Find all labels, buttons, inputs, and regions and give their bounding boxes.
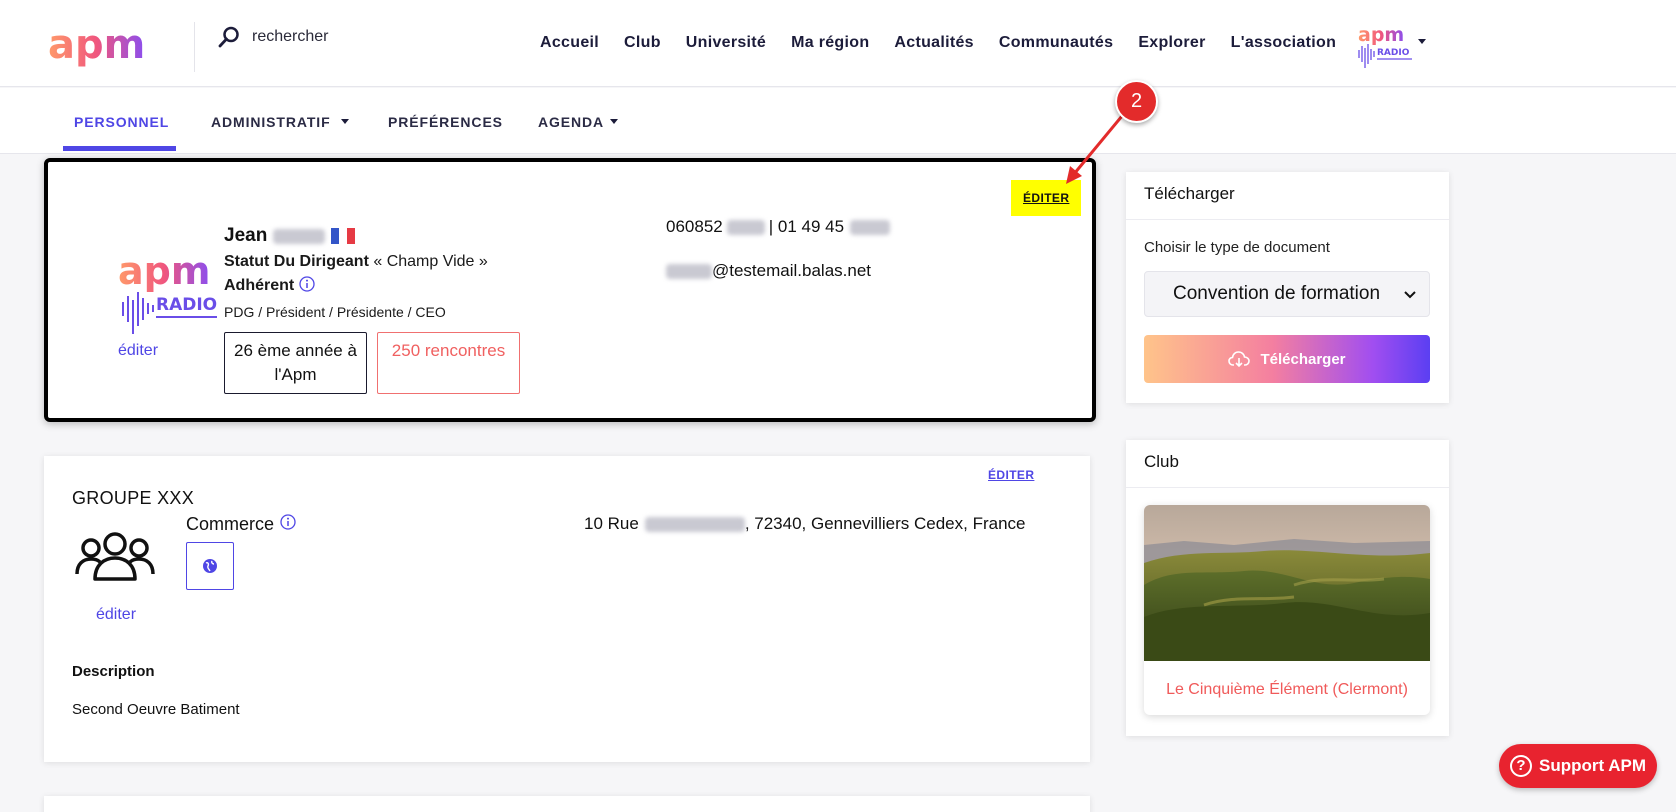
info-icon[interactable] [299,276,315,297]
download-title: Télécharger [1144,184,1235,203]
membership-label: Adhérent [224,277,295,294]
tab-personnel[interactable]: PERSONNEL [74,114,169,130]
document-type-value: Convention de formation [1173,283,1381,304]
website-button[interactable] [186,542,234,590]
club-landscape-image [1144,505,1430,661]
apm-logo[interactable]: apm [48,22,164,70]
roles-text: PDG / Président / Présidente / CEO [224,304,446,320]
document-type-select[interactable]: Convention de formation [1144,271,1430,317]
group-address: 10 Rue , 72340, Gennevilliers Cedex, Fra… [584,514,1025,534]
apm-radio-logo-small: apm RADIO [1358,24,1412,68]
info-icon[interactable] [280,514,296,535]
chevron-down-icon [341,119,350,124]
top-navbar: apm rechercher Accueil Club Université M… [0,0,1676,87]
chevron-down-icon [1404,291,1416,299]
meetings-badge[interactable]: 250 rencontres [377,332,520,394]
phone-line: 060852 | 01 49 45 [666,217,891,237]
club-tile[interactable]: Le Cinquième Élément (Clermont) [1144,505,1430,715]
redacted-phone [726,219,765,235]
chevron-down-icon [1418,39,1426,44]
radio-account-menu[interactable]: apm RADIO [1356,24,1426,70]
support-button[interactable]: ? Support APM [1499,744,1657,788]
search-box[interactable]: rechercher [218,26,328,48]
nav-actualites[interactable]: Actualités [894,34,973,52]
nav-explorer[interactable]: Explorer [1138,34,1205,52]
cloud-download-icon [1228,351,1251,368]
nav-club[interactable]: Club [624,34,661,52]
redacted-last-name [273,228,326,244]
tab-agenda-label: AGENDA [538,114,604,130]
svg-text:apm: apm [118,250,210,293]
status-line: Statut Du Dirigeant « Champ Vide » [224,253,488,271]
globe-icon [203,559,217,573]
group-name: GROUPE XXX [72,488,195,508]
membership-line: Adhérent [224,276,315,297]
nav-association[interactable]: L'association [1231,34,1337,52]
svg-text:apm: apm [48,22,145,68]
next-card [44,796,1090,812]
club-name-link[interactable]: Le Cinquième Élément (Clermont) [1144,681,1430,699]
help-icon: ? [1509,755,1532,777]
redacted-phone [850,219,891,235]
tab-agenda[interactable]: AGENDA [538,114,619,130]
divider [1126,219,1449,220]
club-title: Club [1144,452,1179,471]
tab-preferences[interactable]: PRÉFÉRENCES [388,114,503,130]
address-start: 10 Rue [584,514,639,533]
redacted-street [644,516,745,532]
avatar-edit-link[interactable]: éditer [118,342,158,360]
description-label: Description [72,663,155,680]
group-sector: Commerce [186,514,296,535]
group-card: ÉDITER GROUPE XXX éditer Commerce 10 Rue… [44,456,1090,762]
profile-name: Jean [224,225,356,247]
france-flag-icon [331,228,356,244]
first-name: Jean [224,225,268,246]
phone-prefix: 060852 [666,217,723,236]
tab-administratif[interactable]: ADMINISTRATIF [211,114,350,130]
address-end: , 72340, Gennevilliers Cedex, France [744,514,1026,533]
search-icon[interactable] [218,26,240,48]
download-card: Télécharger Choisir le type de document … [1126,172,1449,403]
chevron-down-icon [610,119,619,124]
nav-universite[interactable]: Université [686,34,766,52]
people-group-icon[interactable] [74,532,156,582]
status-value: « Champ Vide » [373,253,488,270]
svg-text:RADIO: RADIO [1377,48,1410,58]
description-text: Second Oeuvre Batiment [72,701,240,718]
sector-label: Commerce [186,514,275,534]
nav-ma-region[interactable]: Ma région [791,34,869,52]
document-type-label: Choisir le type de document [1144,239,1330,256]
download-button[interactable]: Télécharger [1144,335,1430,383]
main-nav: Accueil Club Université Ma région Actual… [540,34,1336,52]
divider [1126,487,1449,488]
search-input[interactable]: rechercher [252,28,328,46]
apm-radio-avatar[interactable]: apm RADIO [118,250,218,336]
club-card: Club Le Cinquième Élément (Clermont) [1126,440,1449,736]
status-label: Statut Du Dirigeant [224,253,369,270]
email-domain: @testemail.balas.net [712,261,872,280]
svg-text:apm: apm [1358,24,1404,46]
tab-administratif-label: ADMINISTRATIF [211,114,331,130]
group-edit-button[interactable]: ÉDITER [988,468,1034,482]
nav-accueil[interactable]: Accueil [540,34,599,52]
nav-communautes[interactable]: Communautés [999,34,1113,52]
active-tab-indicator [63,146,176,151]
group-avatar-edit-link[interactable]: éditer [96,606,136,624]
phone-separator: | 01 49 45 [768,217,845,236]
download-button-label: Télécharger [1260,350,1346,368]
header-divider [194,22,195,72]
seniority-badge: 26 ème année à l'Apm [224,332,367,394]
email-line[interactable]: @testemail.balas.net [666,261,871,281]
svg-text:RADIO: RADIO [156,295,217,315]
profile-tabs: PERSONNEL ADMINISTRATIF PRÉFÉRENCES AGEN… [0,88,1676,154]
annotation-step-badge: 2 [1115,80,1158,123]
support-label: Support APM [1538,756,1647,775]
profile-card: ÉDITER apm RADIO éditer Jean Statut Du D… [44,158,1096,422]
redacted-email [666,263,712,279]
